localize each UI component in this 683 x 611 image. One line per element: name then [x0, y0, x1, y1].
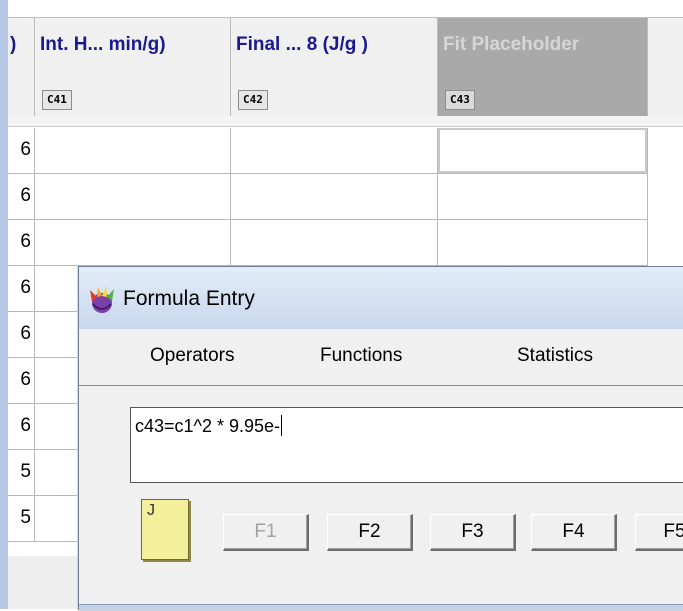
- menu-functions[interactable]: Functions: [320, 345, 402, 367]
- text-caret: [281, 415, 283, 436]
- table-cell[interactable]: [231, 220, 438, 266]
- column-header-c43[interactable]: Fit Placeholder C43: [438, 18, 648, 117]
- table-cell[interactable]: [35, 128, 231, 174]
- table-cell[interactable]: [231, 128, 438, 174]
- column-header-c41[interactable]: Int. H... min/g) C41: [35, 18, 231, 117]
- table-cell[interactable]: [231, 174, 438, 220]
- header-separator: [8, 116, 683, 127]
- f1-button[interactable]: F1: [223, 514, 309, 551]
- note-button[interactable]: J: [141, 499, 189, 560]
- table-cell[interactable]: [35, 220, 231, 266]
- dialog-menubar: Operators Functions Statistics: [79, 329, 683, 386]
- column-title: ): [10, 34, 17, 55]
- dialog-bottom-edge: [79, 604, 683, 611]
- table-cell[interactable]: [438, 174, 648, 220]
- row-number[interactable]: 6: [8, 128, 35, 174]
- f2-button[interactable]: F2: [327, 514, 413, 551]
- table-row: 6: [8, 220, 683, 266]
- f4-button[interactable]: F4: [531, 514, 617, 551]
- f3-button[interactable]: F3: [430, 514, 516, 551]
- app-icon: [90, 286, 114, 313]
- column-title: Int. H... min/g): [40, 34, 166, 55]
- row-number-text: 6: [20, 369, 31, 390]
- window-edge: [0, 0, 8, 609]
- column-tag: C43: [445, 90, 475, 110]
- column-tag: C41: [42, 90, 72, 110]
- row-number-text: 6: [20, 415, 31, 436]
- row-number[interactable]: 6: [8, 358, 35, 404]
- column-header-prev[interactable]: ): [8, 18, 35, 117]
- table-cell[interactable]: [35, 174, 231, 220]
- dialog-titlebar[interactable]: Formula Entry: [79, 267, 683, 330]
- row-number-text: 6: [20, 231, 31, 252]
- formula-input[interactable]: c43=c1^2 * 9.95e-: [130, 407, 683, 483]
- row-number[interactable]: 5: [8, 496, 35, 542]
- row-number[interactable]: 6: [8, 404, 35, 450]
- row-number-text: 6: [20, 139, 31, 160]
- row-number[interactable]: 6: [8, 266, 35, 312]
- row-number-text: 6: [20, 185, 31, 206]
- column-header-c42[interactable]: Final ... 8 (J/g ) C42: [231, 18, 438, 117]
- row-number-text: 6: [20, 323, 31, 344]
- row-number-text: 5: [20, 461, 31, 482]
- row-number[interactable]: 6: [8, 174, 35, 220]
- table-cell[interactable]: [438, 220, 648, 266]
- row-number[interactable]: 5: [8, 450, 35, 496]
- formula-text: c43=c1^2 * 9.95e-: [135, 415, 283, 437]
- table-row: 6: [8, 128, 683, 174]
- column-header-row: ) Int. H... min/g) C41 Final ... 8 (J/g …: [8, 17, 683, 118]
- f5-button[interactable]: F5: [635, 514, 683, 551]
- menu-statistics[interactable]: Statistics: [517, 345, 593, 367]
- table-row: 6: [8, 174, 683, 220]
- column-title: Final ... 8 (J/g ): [236, 34, 368, 55]
- active-cell[interactable]: [438, 128, 648, 174]
- row-number[interactable]: 6: [8, 312, 35, 358]
- column-title: Fit Placeholder: [443, 34, 580, 55]
- formula-entry-dialog: Formula Entry Operators Functions Statis…: [78, 266, 683, 611]
- row-number-text: 5: [20, 507, 31, 528]
- note-button-label: J: [147, 502, 155, 519]
- formula-value: c43=c1^2 * 9.95e-: [135, 416, 281, 436]
- column-tag: C42: [238, 90, 268, 110]
- row-number[interactable]: 6: [8, 220, 35, 266]
- menu-operators[interactable]: Operators: [150, 345, 234, 367]
- row-number-text: 6: [20, 277, 31, 298]
- dialog-title: Formula Entry: [123, 287, 255, 310]
